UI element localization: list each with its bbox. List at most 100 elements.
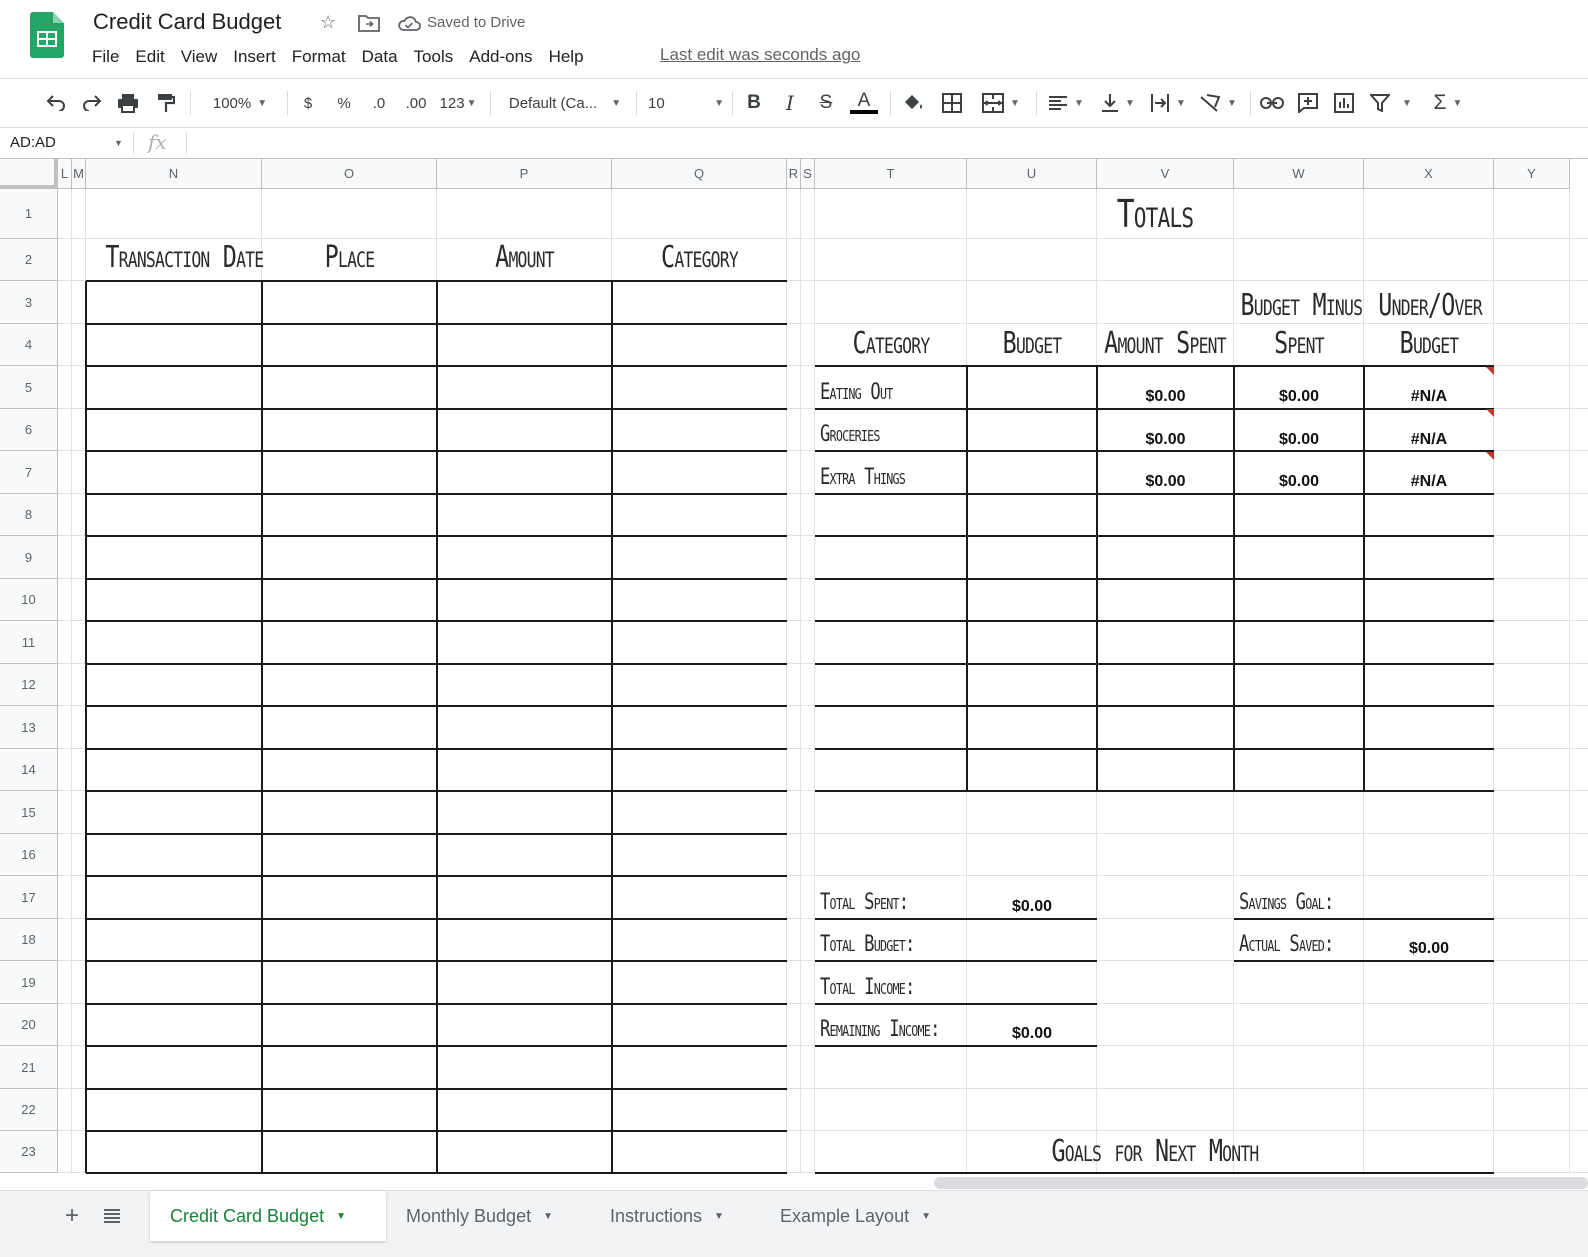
print-icon[interactable] bbox=[114, 79, 142, 127]
totals-header-budget-minus-l2[interactable]: Spent bbox=[1248, 326, 1349, 361]
row-header-6[interactable]: 6 bbox=[0, 409, 58, 451]
extra-things-under-over[interactable]: #N/A bbox=[1364, 473, 1494, 491]
header-amount[interactable]: Amount bbox=[456, 240, 593, 275]
merge-cells-icon[interactable]: ▼ bbox=[976, 79, 1026, 127]
insert-chart-icon[interactable] bbox=[1330, 79, 1358, 127]
remaining-income-value[interactable]: $0.00 bbox=[967, 1025, 1097, 1043]
last-edit-link[interactable]: Last edit was seconds ago bbox=[660, 45, 860, 65]
extra-things-minus[interactable]: $0.00 bbox=[1234, 473, 1364, 491]
insert-link-icon[interactable] bbox=[1258, 79, 1286, 127]
increase-decimal-button[interactable]: .00 bbox=[400, 79, 432, 127]
add-sheet-icon[interactable]: + bbox=[52, 1191, 92, 1241]
menu-insert[interactable]: Insert bbox=[225, 47, 284, 67]
menu-edit[interactable]: Edit bbox=[127, 47, 172, 67]
row-header-21[interactable]: 21 bbox=[0, 1046, 58, 1089]
total-spent-label[interactable]: Total Spent: bbox=[820, 890, 909, 915]
sheet-tab-instructions[interactable]: Instructions ▼ bbox=[590, 1191, 760, 1241]
row-header-3[interactable]: 3 bbox=[0, 281, 58, 324]
menu-view[interactable]: View bbox=[173, 47, 226, 67]
sheet-tab-credit-card-budget[interactable]: Credit Card Budget ▼ bbox=[150, 1191, 386, 1241]
row-header-13[interactable]: 13 bbox=[0, 706, 58, 749]
percent-format-button[interactable]: % bbox=[332, 79, 356, 127]
horizontal-scrollbar[interactable] bbox=[934, 1177, 1588, 1189]
totals-header-under-over-l1[interactable]: Under/Over bbox=[1378, 288, 1482, 323]
font-size-select[interactable]: 10 ▼ bbox=[648, 79, 724, 127]
bold-button[interactable]: B bbox=[742, 79, 766, 127]
header-transaction-date[interactable]: Transaction Date bbox=[105, 240, 264, 275]
column-header-w[interactable]: W bbox=[1234, 159, 1364, 189]
strikethrough-button[interactable]: S bbox=[814, 79, 838, 127]
row-header-23[interactable]: 23 bbox=[0, 1131, 58, 1173]
column-header-s[interactable]: S bbox=[801, 159, 815, 189]
row-header-22[interactable]: 22 bbox=[0, 1089, 58, 1131]
text-color-button[interactable]: A bbox=[848, 79, 880, 127]
more-formats-button[interactable]: 123 ▼ bbox=[436, 79, 480, 127]
undo-icon[interactable] bbox=[42, 79, 70, 127]
row-header-5[interactable]: 5 bbox=[0, 366, 58, 409]
redo-icon[interactable] bbox=[78, 79, 106, 127]
row-header-2[interactable]: 2 bbox=[0, 239, 58, 281]
actual-saved-value[interactable]: $0.00 bbox=[1364, 940, 1494, 958]
column-header-u[interactable]: U bbox=[967, 159, 1097, 189]
paint-format-icon[interactable] bbox=[152, 79, 180, 127]
row-header-19[interactable]: 19 bbox=[0, 961, 58, 1004]
all-sheets-icon[interactable] bbox=[94, 1191, 130, 1241]
column-header-n[interactable]: N bbox=[86, 159, 262, 189]
header-place[interactable]: Place bbox=[281, 240, 418, 275]
row-header-7[interactable]: 7 bbox=[0, 451, 58, 494]
eating-out-minus[interactable]: $0.00 bbox=[1234, 388, 1364, 406]
menu-addons[interactable]: Add-ons bbox=[461, 47, 540, 67]
groceries-minus[interactable]: $0.00 bbox=[1234, 431, 1364, 449]
borders-icon[interactable] bbox=[938, 79, 966, 127]
totals-header-budget[interactable]: Budget bbox=[981, 326, 1082, 361]
totals-header-amount-spent[interactable]: Amount Spent bbox=[1104, 326, 1226, 361]
insert-comment-icon[interactable] bbox=[1294, 79, 1322, 127]
vertical-align-icon[interactable]: ▼ bbox=[1096, 79, 1140, 127]
row-header-11[interactable]: 11 bbox=[0, 621, 58, 664]
sheet-tab-monthly-budget[interactable]: Monthly Budget ▼ bbox=[386, 1191, 590, 1241]
eating-out-under-over[interactable]: #N/A bbox=[1364, 388, 1494, 406]
menu-data[interactable]: Data bbox=[354, 47, 406, 67]
totals-header-category[interactable]: Category bbox=[832, 326, 951, 361]
sheets-logo-icon[interactable] bbox=[30, 12, 64, 58]
cloud-saved-icon[interactable] bbox=[397, 15, 421, 31]
totals-header-budget-minus-l1[interactable]: Budget Minus bbox=[1241, 288, 1363, 323]
goals-title[interactable]: Goals for Next Month bbox=[890, 1134, 1420, 1169]
category-groceries[interactable]: Groceries bbox=[820, 422, 880, 447]
remaining-income-label[interactable]: Remaining Income: bbox=[820, 1017, 940, 1042]
savings-goal-label[interactable]: Savings Goal: bbox=[1239, 890, 1334, 915]
filter-icon[interactable]: ▼ bbox=[1366, 79, 1416, 127]
column-header-v[interactable]: V bbox=[1097, 159, 1234, 189]
name-box[interactable]: AD:AD bbox=[10, 134, 56, 151]
extra-things-spent[interactable]: $0.00 bbox=[1097, 473, 1234, 491]
column-header-y[interactable]: Y bbox=[1494, 159, 1570, 189]
column-header-q[interactable]: Q bbox=[612, 159, 787, 189]
zoom-select[interactable]: 100% ▼ bbox=[200, 79, 280, 127]
fill-color-icon[interactable] bbox=[900, 79, 928, 127]
row-header-18[interactable]: 18 bbox=[0, 919, 58, 961]
menu-help[interactable]: Help bbox=[541, 47, 592, 67]
currency-format-button[interactable]: $ bbox=[296, 79, 320, 127]
total-spent-value[interactable]: $0.00 bbox=[967, 898, 1097, 916]
actual-saved-label[interactable]: Actual Saved: bbox=[1239, 932, 1334, 957]
row-header-8[interactable]: 8 bbox=[0, 494, 58, 536]
total-budget-label[interactable]: Total Budget: bbox=[820, 932, 915, 957]
row-header-14[interactable]: 14 bbox=[0, 749, 58, 791]
total-income-label[interactable]: Total Income: bbox=[820, 975, 915, 1000]
category-extra-things[interactable]: Extra Things bbox=[820, 465, 906, 490]
column-header-o[interactable]: O bbox=[262, 159, 437, 189]
menu-file[interactable]: File bbox=[84, 47, 127, 67]
row-header-16[interactable]: 16 bbox=[0, 834, 58, 876]
row-header-20[interactable]: 20 bbox=[0, 1004, 58, 1046]
text-rotation-icon[interactable]: ▼ bbox=[1196, 79, 1240, 127]
category-eating-out[interactable]: Eating Out bbox=[820, 380, 893, 405]
row-header-10[interactable]: 10 bbox=[0, 579, 58, 621]
totals-header-under-over-l2[interactable]: Budget bbox=[1378, 326, 1479, 361]
align-left-icon[interactable]: ▼ bbox=[1044, 79, 1088, 127]
chevron-down-icon[interactable]: ▼ bbox=[114, 138, 123, 148]
header-category[interactable]: Category bbox=[631, 240, 768, 275]
sheet-tab-example-layout[interactable]: Example Layout ▼ bbox=[760, 1191, 970, 1241]
column-header-p[interactable]: P bbox=[437, 159, 612, 189]
decrease-decimal-button[interactable]: .0 bbox=[364, 79, 394, 127]
document-title[interactable]: Credit Card Budget bbox=[93, 9, 281, 35]
